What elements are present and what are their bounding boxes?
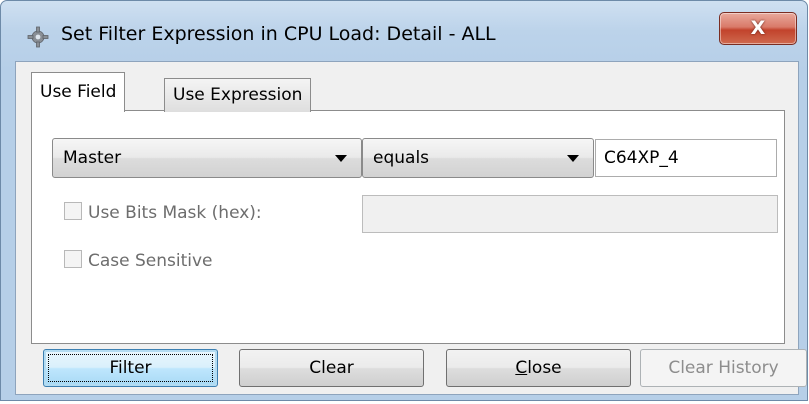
close-button-mnemonic: C — [515, 358, 528, 378]
close-button[interactable]: Close — [446, 349, 631, 387]
field-dropdown[interactable]: Master — [52, 138, 362, 178]
title-bar[interactable]: Set Filter Expression in CPU Load: Detai… — [1, 1, 807, 61]
tab-use-field[interactable]: Use Field — [31, 72, 126, 112]
clear-button-label: Clear — [309, 358, 354, 378]
bits-mask-label: Use Bits Mask (hex): — [88, 203, 262, 223]
clear-history-button: Clear History — [640, 349, 807, 387]
value-input[interactable] — [595, 139, 777, 177]
case-sensitive-label: Case Sensitive — [88, 251, 213, 271]
chevron-down-icon — [335, 155, 347, 162]
window-title: Set Filter Expression in CPU Load: Detai… — [61, 23, 496, 45]
tab-use-expression[interactable]: Use Expression — [164, 78, 312, 112]
bits-mask-checkbox[interactable] — [64, 202, 82, 220]
chevron-down-icon — [567, 155, 579, 162]
operator-dropdown-value: equals — [373, 148, 430, 168]
case-sensitive-option[interactable]: Case Sensitive — [64, 250, 213, 275]
clear-history-button-label: Clear History — [668, 358, 779, 378]
close-icon: X — [750, 17, 766, 39]
window-close-button[interactable]: X — [719, 12, 797, 45]
gear-icon — [27, 26, 49, 48]
field-dropdown-value: Master — [63, 148, 122, 168]
case-sensitive-checkbox[interactable] — [64, 250, 82, 268]
dialog-window: Set Filter Expression in CPU Load: Detai… — [0, 0, 808, 401]
bits-mask-option[interactable]: Use Bits Mask (hex): — [64, 202, 262, 227]
close-button-label: lose — [527, 358, 562, 378]
bits-mask-input — [362, 195, 778, 233]
operator-dropdown[interactable]: equals — [362, 138, 594, 178]
dialog-body: Use Field Use Expression Master equals U… — [15, 61, 807, 395]
focus-ring — [48, 354, 213, 382]
clear-button[interactable]: Clear — [239, 349, 424, 387]
filter-button[interactable]: Filter — [43, 349, 218, 387]
